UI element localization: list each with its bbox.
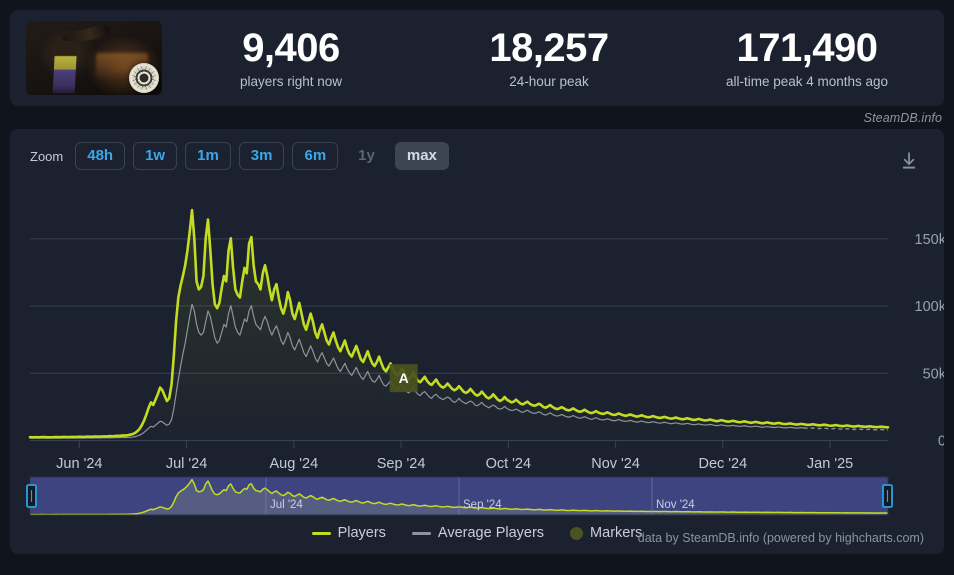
chart-marker-flag[interactable]: A	[389, 364, 418, 393]
stat-players-now: 9,406 players right now	[162, 26, 420, 89]
stat-value: 18,257	[489, 26, 609, 71]
range-button-6m[interactable]: 6m	[292, 142, 339, 170]
stat-label: 24-hour peak	[509, 73, 589, 89]
game-capsule-image[interactable]	[26, 21, 162, 95]
stats-card: 9,406 players right now 18,257 24-hour p…	[10, 10, 944, 106]
range-button-48h[interactable]: 48h	[75, 142, 126, 170]
x-axis-tick-label: Jul '24	[166, 456, 207, 472]
stat-all-time-peak: 171,490 all-time peak 4 months ago	[678, 26, 936, 89]
plot-area[interactable]: 0 50k 100k 150k Jun '24 Jul '24 Aug '24 Sep '24…	[10, 170, 944, 520]
navigator-tick-label: Jul '24	[270, 499, 303, 511]
legend-item-players[interactable]: Players	[311, 525, 386, 541]
players-area-fill	[30, 210, 888, 440]
chart-card: Zoom 48h 1w 1m 3m 6m 1y max 0 50k 100k 150k…	[10, 129, 944, 554]
range-button-1m[interactable]: 1m	[185, 142, 231, 170]
steamdb-watermark: SteamDB.info	[863, 111, 942, 125]
x-axis-tick-label: Oct '24	[486, 456, 531, 472]
navigator-handle-right[interactable]	[882, 484, 893, 508]
game-logo-badge	[129, 63, 159, 93]
zoom-toolbar: Zoom 48h 1w 1m 3m 6m 1y max	[10, 129, 944, 170]
range-button-1y: 1y	[346, 142, 387, 170]
legend-item-average-players[interactable]: Average Players	[411, 525, 545, 541]
range-button-3m[interactable]: 3m	[238, 142, 285, 170]
x-axis-tick-label: Jun '24	[56, 456, 102, 472]
navigator-tick-label: Nov '24	[656, 499, 695, 511]
navigator-tick-label: Sep '24	[463, 499, 502, 511]
zoom-label: Zoom	[30, 148, 64, 164]
steamdb-chart-page: 9,406 players right now 18,257 24-hour p…	[0, 0, 954, 575]
legend-dot-markers	[570, 526, 584, 540]
x-axis-tick-label: Dec '24	[698, 456, 747, 472]
x-axis-tick-label: Nov '24	[591, 456, 640, 472]
capsule-character	[52, 41, 78, 93]
legend-label: Average Players	[437, 525, 545, 541]
stat-value: 171,490	[736, 26, 878, 71]
x-axis-tick-label: Sep '24	[377, 456, 426, 472]
x-axis-tick-label: Aug '24	[269, 456, 318, 472]
stat-24h-peak: 18,257 24-hour peak	[420, 26, 678, 89]
x-axis-tick-label: Jan '25	[807, 456, 853, 472]
legend-item-markers[interactable]: Markers	[570, 525, 642, 541]
legend-line-players	[311, 531, 331, 535]
chart-credit: data by SteamDB.info (powered by highcha…	[637, 531, 924, 545]
player-count-chart[interactable]: 0 50k 100k 150k Jun '24 Jul '24 Aug '24 Sep '24…	[10, 170, 944, 520]
marker-flag-label: A	[399, 370, 409, 386]
y-axis-tick-label: 100k	[915, 299, 944, 315]
legend-label: Markers	[590, 525, 643, 541]
range-button-1w[interactable]: 1w	[133, 142, 178, 170]
navigator-handle-left[interactable]	[26, 484, 37, 508]
y-axis-tick-label: 150k	[915, 232, 944, 248]
y-axis-tick-label: 50k	[923, 366, 944, 382]
y-axis-tick-label: 0	[938, 434, 944, 450]
legend-label: Players	[337, 525, 386, 541]
stat-value: 9,406	[242, 26, 340, 71]
stat-label: all-time peak 4 months ago	[725, 73, 889, 89]
stat-label: players right now	[239, 73, 343, 89]
legend-line-average	[411, 531, 431, 535]
range-button-max[interactable]: max	[394, 142, 449, 170]
